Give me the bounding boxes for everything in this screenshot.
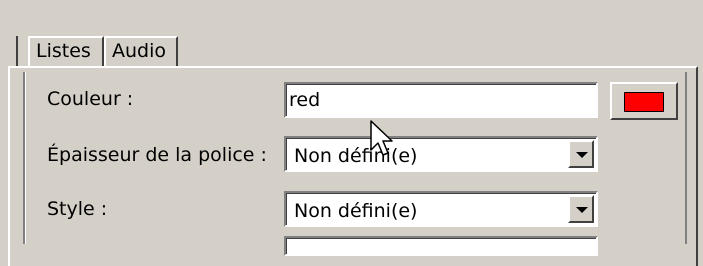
color-swatch	[624, 92, 664, 112]
chevron-down-icon	[576, 207, 588, 213]
style-dropdown-button[interactable]	[568, 195, 594, 223]
dialog-window: Listes Audio Couleur : Épaisseur de la p…	[0, 0, 703, 266]
group-box-left-border	[23, 72, 26, 244]
font-weight-dropdown-button[interactable]	[568, 140, 594, 168]
color-picker-button[interactable]	[610, 82, 678, 120]
mouse-pointer-icon	[370, 120, 393, 156]
style-label: Style :	[47, 198, 108, 220]
tab-listes-label: Listes	[36, 40, 91, 62]
font-weight-label: Épaisseur de la police :	[47, 144, 267, 166]
group-box-right-border	[685, 72, 687, 244]
style-select[interactable]: Non défini(e)	[284, 191, 598, 227]
font-weight-select[interactable]: Non défini(e)	[284, 136, 598, 172]
color-field[interactable]	[284, 82, 598, 118]
chevron-down-icon	[576, 152, 588, 158]
tab-audio-label: Audio	[112, 40, 167, 62]
color-input[interactable]	[286, 84, 596, 116]
font-weight-value: Non défini(e)	[294, 145, 418, 167]
color-label: Couleur :	[47, 88, 134, 110]
tab-audio[interactable]: Audio	[104, 36, 178, 66]
next-field-partial[interactable]	[284, 236, 598, 256]
tab-previous-edge[interactable]	[8, 36, 18, 66]
tab-listes[interactable]: Listes	[28, 36, 104, 66]
style-value: Non défini(e)	[294, 200, 418, 222]
